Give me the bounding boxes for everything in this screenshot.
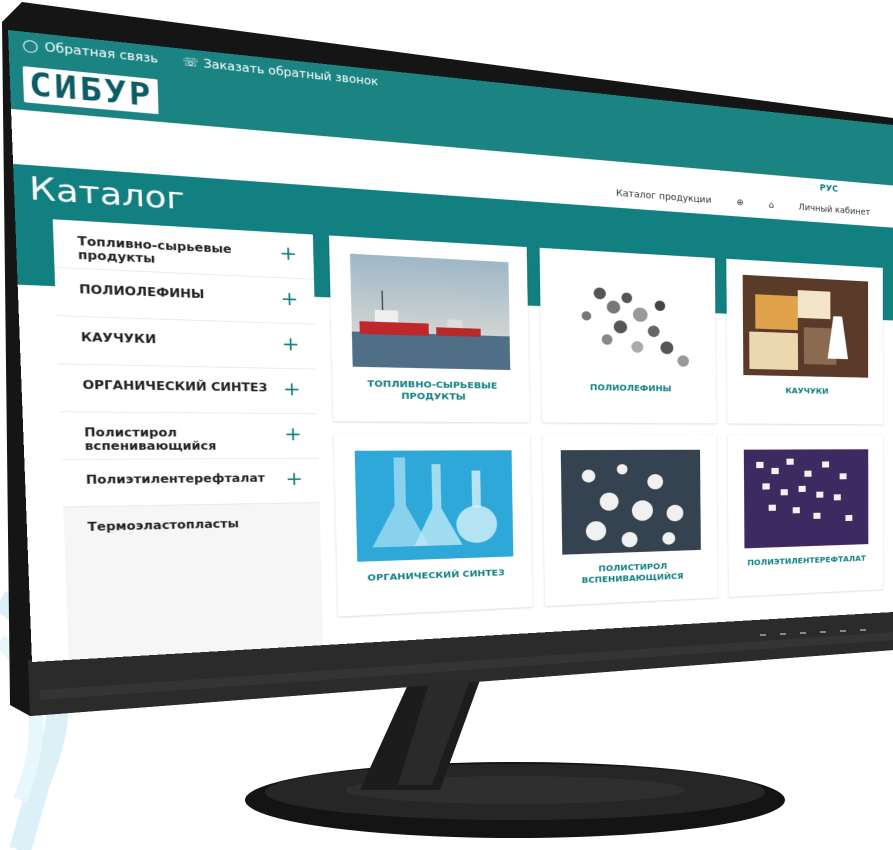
catalog-tile-fuel[interactable]: ТОПЛИВНО-СЫРЬЕВЫЕ ПРОДУКТЫ [328,235,530,423]
lang-en-button[interactable]: EN [858,186,870,197]
tile-label: ТОПЛИВНО-СЫРЬЕВЫЕ ПРОДУКТЫ [367,378,498,403]
sidebar-item-rubbers[interactable]: КАУЧУКИ + [56,316,317,370]
sidebar-item-polystyrene[interactable]: Полистирол вспенивающийся + [59,412,319,460]
sidebar-item-tpe[interactable]: Термоэластопласты [63,502,321,555]
tile-label: ОРГАНИЧЕСКИЙ СИНТЕЗ [367,567,505,584]
nav-item-faq[interactable]: FAQ [710,173,727,185]
basket-icon[interactable]: ⌂ [769,200,774,210]
ship-icon [350,253,511,371]
pellets-icon [558,264,700,375]
plus-icon[interactable]: + [283,379,301,401]
sidebar-item-organic-synthesis[interactable]: ОРГАНИЧЕСКИЙ СИНТЕЗ + [57,364,318,415]
tile-label: КАУЧУКИ [785,386,829,397]
sidebar-item-pet[interactable]: Полиэтилентерефталат + [61,458,320,508]
catalog-tile-polystyrene[interactable]: ПОЛИСТИРОЛ ВСПЕНИВАЮЩИЙСЯ [542,434,718,607]
rubber-blocks-icon [742,274,869,378]
plus-icon[interactable]: + [281,334,299,356]
foam-beads-icon [560,449,701,555]
tile-label: ПОЛИОЛЕФИНЫ [589,382,672,394]
sidebar-item-label: Полистирол вспенивающийся [84,425,217,453]
plus-icon[interactable]: + [280,288,298,310]
catalog-tile-rubbers[interactable]: КАУЧУКИ [726,258,883,425]
catalog-tile-organic-synthesis[interactable]: ОРГАНИЧЕСКИЙ СИНТЕЗ [333,433,533,617]
sidebar-item-label: КАУЧУКИ [80,330,157,347]
sidebar-item-label: Топливно-сырьевые продукты [77,234,232,266]
plus-icon[interactable]: + [284,424,302,445]
granules-icon [743,449,869,549]
tile-label: ПОЛИЭТИЛЕНТЕРЕФТАЛАТ [747,554,866,568]
catalog-tile-pet[interactable]: ПОЛИЭТИЛЕНТЕРЕФТАЛАТ [727,434,884,597]
phone-icon: ☏ [182,54,200,70]
sidebar-item-label: ОРГАНИЧЕСКИЙ СИНТЕЗ [82,378,268,395]
sidebar-item-label: Термоэластопласты [87,517,240,534]
plus-icon[interactable]: + [279,243,297,266]
flasks-icon [354,450,514,562]
lang-ru-button[interactable]: РУС [816,181,842,196]
catalog-sidebar: Топливно-сырьевые продукты + ПОЛИОЛЕФИНЫ +… [52,219,324,663]
sidebar-item-label: ПОЛИОЛЕФИНЫ [78,282,205,302]
plus-icon[interactable]: + [285,469,303,490]
tile-label: ПОЛИСТИРОЛ ВСПЕНИВАЮЩИЙСЯ [581,561,684,586]
catalog-tile-polyolefins[interactable]: ПОЛИОЛЕФИНЫ [539,247,717,424]
nav-item-news[interactable]: Новости [652,169,692,183]
chat-bubble-icon: ◯ [22,37,39,54]
globe-icon[interactable]: ⊕ [737,197,744,208]
sidebar-item-label: Полиэтилентерефталат [85,471,266,487]
screen: ◯ Обратная связь ☏ Заказать обратный звоно… [8,30,893,663]
